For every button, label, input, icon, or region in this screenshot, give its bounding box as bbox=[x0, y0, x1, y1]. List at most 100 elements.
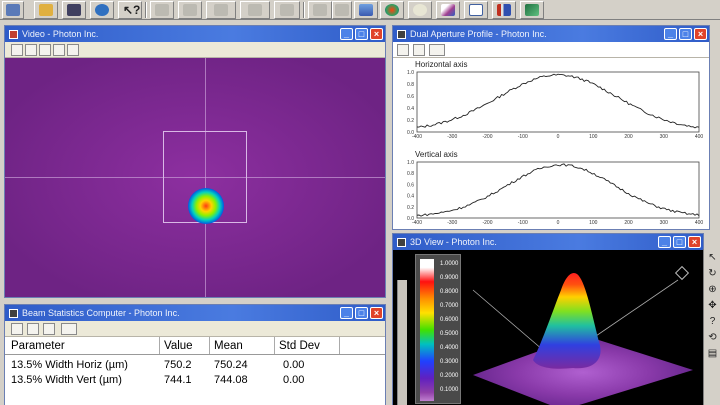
table-row[interactable]: 13.5% Width Horiz (µm) 750.2 750.24 0.00 bbox=[5, 357, 385, 372]
horizontal-y-tick-label: 1.0 bbox=[407, 70, 414, 76]
statistics-window: Beam Statistics Computer - Photon Inc. _… bbox=[4, 304, 386, 405]
vertical-x-tick-label: -200 bbox=[482, 220, 492, 226]
video-subtoolbar bbox=[5, 42, 385, 58]
zoom-tool-icon[interactable]: ⊕ bbox=[706, 283, 719, 296]
row-value: 750.2 bbox=[164, 358, 192, 371]
3d-beam-surface bbox=[472, 272, 693, 405]
close-button[interactable]: × bbox=[370, 28, 383, 40]
save-button[interactable] bbox=[62, 1, 86, 19]
surface-peak bbox=[533, 272, 601, 369]
laser-beam-spot bbox=[188, 188, 224, 224]
3d-view-canvas[interactable]: 1.0000 0.9000 0.8000 0.7000 0.6000 0.5000 0.40… bbox=[393, 250, 703, 405]
layout-icon bbox=[335, 4, 349, 16]
maximize-button[interactable]: □ bbox=[355, 28, 368, 40]
horizontal-y-tick-label: 0.4 bbox=[407, 106, 414, 112]
window-icon bbox=[9, 308, 18, 318]
3d-view-button[interactable] bbox=[520, 1, 544, 19]
options-button[interactable] bbox=[11, 323, 23, 335]
minimize-button[interactable]: _ bbox=[340, 307, 353, 319]
table-row[interactable]: 13.5% Width Vert (µm) 744.1 744.08 0.00 bbox=[5, 372, 385, 387]
video-title: Video - Photon Inc. bbox=[22, 29, 99, 39]
edit-button-disabled[interactable] bbox=[274, 1, 300, 19]
video-display[interactable] bbox=[5, 58, 385, 297]
grid-small-button[interactable] bbox=[11, 44, 23, 56]
vertical-x-tick-label: 400 bbox=[695, 220, 704, 226]
horizontal-x-tick-label: 100 bbox=[589, 134, 598, 140]
vertical-x-tick-label: 200 bbox=[624, 220, 633, 226]
reset-icon[interactable]: ⟲ bbox=[706, 331, 719, 344]
zoom-fit-button[interactable] bbox=[53, 44, 65, 56]
header-value[interactable]: Value bbox=[160, 337, 210, 354]
zoom-out-button[interactable] bbox=[39, 44, 51, 56]
maximize-icon: □ bbox=[358, 307, 365, 318]
maximize-button[interactable]: □ bbox=[355, 307, 368, 319]
clear-button[interactable] bbox=[27, 323, 39, 335]
header-std-dev[interactable]: Std Dev bbox=[275, 337, 340, 354]
pyramid-button[interactable] bbox=[354, 1, 378, 19]
statistics-titlebar[interactable]: Beam Statistics Computer - Photon Inc. bbox=[5, 305, 385, 321]
close-x-button[interactable] bbox=[43, 323, 55, 335]
video-window: Video - Photon Inc. _ □ × bbox=[4, 25, 386, 298]
beam-view-button[interactable] bbox=[380, 1, 404, 19]
close-button[interactable]: × bbox=[370, 307, 383, 319]
pan-hand-icon[interactable]: ✥ bbox=[706, 299, 719, 312]
arrow-pointer-icon[interactable]: ↖ bbox=[706, 251, 719, 264]
vertical-x-tick-label: 0 bbox=[557, 220, 560, 226]
maximize-button[interactable]: □ bbox=[673, 236, 686, 248]
step-button-disabled[interactable] bbox=[178, 1, 202, 19]
rotate-icon[interactable]: ↻ bbox=[706, 267, 719, 280]
3d-tools-strip: ↖ ↻ ⊕ ✥ ? ⟲ ▤ bbox=[703, 249, 720, 405]
help-icon[interactable]: ? bbox=[706, 315, 719, 328]
crosshair-grid-icon bbox=[469, 4, 483, 16]
close-button[interactable]: × bbox=[688, 236, 701, 248]
main-toolbar: ↖? bbox=[0, 0, 720, 20]
row-parameter: 13.5% Width Vert (µm) bbox=[11, 373, 122, 386]
minimize-icon: _ bbox=[667, 28, 673, 39]
3d-view-titlebar[interactable]: 3D View - Photon Inc. bbox=[393, 234, 703, 250]
light-button[interactable] bbox=[408, 1, 432, 19]
profile-window: Dual Aperture Profile - Photon Inc. _ □ … bbox=[392, 25, 710, 230]
3d-view-icon bbox=[525, 4, 539, 16]
toolbar-separator bbox=[303, 2, 305, 18]
minimize-button[interactable]: _ bbox=[340, 28, 353, 40]
capture-button-disabled[interactable] bbox=[206, 1, 236, 19]
row-parameter: 13.5% Width Horiz (µm) bbox=[11, 358, 128, 371]
close-button[interactable]: × bbox=[694, 28, 707, 40]
horizontal-y-tick-label: 0.6 bbox=[407, 94, 414, 100]
vertical-x-tick-label: 300 bbox=[660, 220, 669, 226]
options-button[interactable] bbox=[397, 44, 409, 56]
table-header: Parameter Value Mean Std Dev bbox=[5, 337, 385, 355]
crosshair-button[interactable] bbox=[464, 1, 488, 19]
print-icon[interactable]: ▤ bbox=[706, 347, 719, 360]
grid-icon bbox=[6, 4, 20, 16]
minimize-button[interactable]: _ bbox=[664, 28, 677, 40]
network-button[interactable] bbox=[90, 1, 114, 19]
cursor-button[interactable] bbox=[413, 44, 425, 56]
layout-button-disabled[interactable] bbox=[332, 1, 352, 19]
light-icon bbox=[413, 4, 427, 16]
measure-button-disabled[interactable] bbox=[308, 1, 332, 19]
graph-button[interactable] bbox=[61, 323, 77, 335]
save-disk-icon bbox=[67, 4, 81, 16]
play-button-disabled[interactable] bbox=[150, 1, 174, 19]
horizontal-y-tick-label: 0.2 bbox=[407, 118, 414, 124]
maximize-icon: □ bbox=[676, 236, 683, 247]
move-button[interactable] bbox=[67, 44, 79, 56]
zoom-in-button[interactable] bbox=[25, 44, 37, 56]
open-button[interactable] bbox=[34, 1, 58, 19]
maximize-button[interactable]: □ bbox=[679, 28, 692, 40]
profile-titlebar[interactable]: Dual Aperture Profile - Photon Inc. bbox=[393, 26, 709, 42]
row-value: 744.1 bbox=[164, 373, 192, 386]
help-pointer-button[interactable]: ↖? bbox=[118, 1, 142, 19]
video-titlebar[interactable]: Video - Photon Inc. bbox=[5, 26, 385, 42]
axes-button[interactable] bbox=[429, 44, 445, 56]
record-button-disabled[interactable] bbox=[240, 1, 270, 19]
close-icon: × bbox=[697, 28, 704, 39]
header-parameter[interactable]: Parameter bbox=[5, 337, 160, 354]
header-mean[interactable]: Mean bbox=[210, 337, 275, 354]
profile-button[interactable] bbox=[436, 1, 460, 19]
profile-chart[interactable]: 1.00.80.60.40.20.0-400 -300 -200 -100 0 100 20… bbox=[393, 58, 709, 230]
grid-button[interactable] bbox=[2, 1, 24, 19]
minimize-button[interactable]: _ bbox=[658, 236, 671, 248]
statistics-button[interactable] bbox=[492, 1, 516, 19]
